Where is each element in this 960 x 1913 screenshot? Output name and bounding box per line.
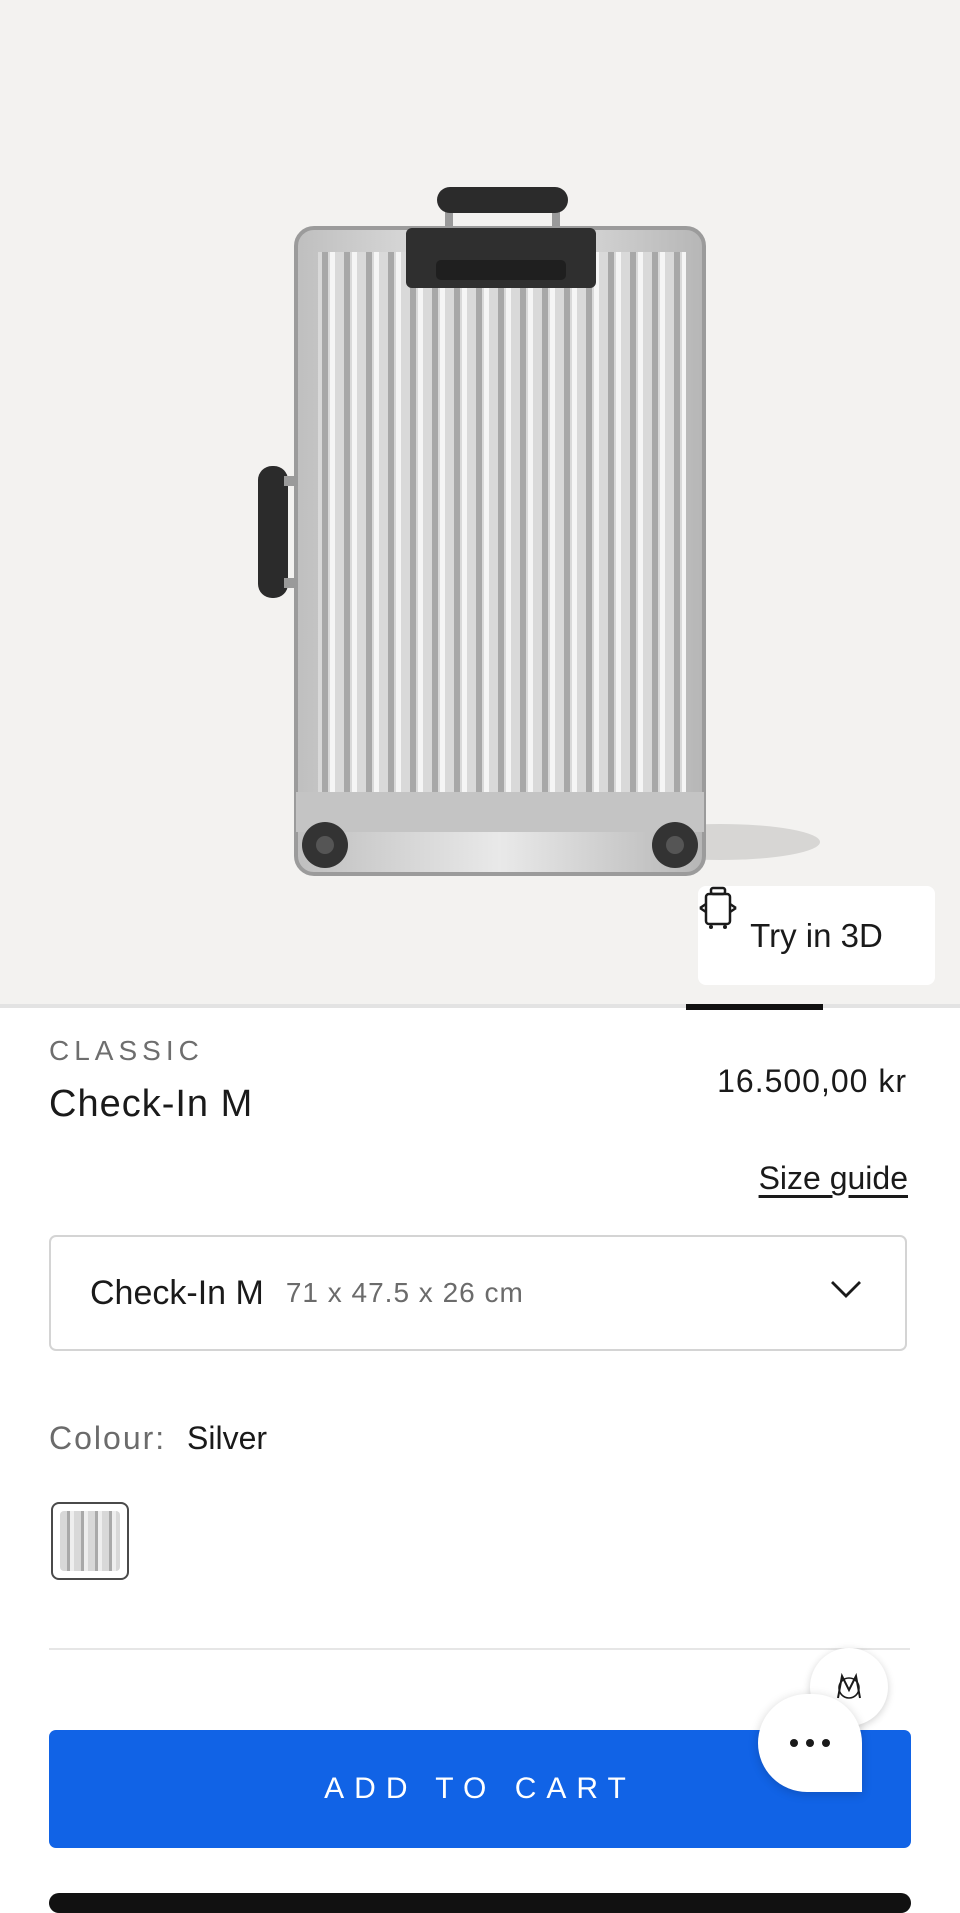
- colour-selection-label: Colour: Silver: [49, 1420, 267, 1457]
- secondary-button-edge[interactable]: [49, 1893, 911, 1913]
- try-in-3d-button[interactable]: Try in 3D: [698, 886, 935, 985]
- product-image-gallery[interactable]: Try in 3D: [0, 0, 960, 1004]
- colour-value: Silver: [187, 1420, 268, 1456]
- section-divider: [49, 1648, 910, 1650]
- size-guide-link[interactable]: Size guide: [759, 1160, 908, 1197]
- colour-label: Colour:: [49, 1420, 167, 1456]
- collection-name: CLASSIC: [49, 1035, 204, 1066]
- brand-monogram-icon: [837, 1672, 861, 1699]
- colour-swatch-silver[interactable]: [51, 1502, 129, 1580]
- chevron-down-icon: [831, 1281, 861, 1298]
- gallery-progress-indicator: [685, 1004, 823, 1010]
- product-title: Check-In M: [49, 1083, 254, 1125]
- chat-button[interactable]: [758, 1694, 862, 1792]
- size-selected-name: Check-In M: [90, 1273, 264, 1312]
- product-price: 16.500,00 kr: [717, 1063, 907, 1099]
- try-in-3d-label: Try in 3D: [750, 916, 883, 954]
- suitcase-3d-icon: [699, 886, 737, 929]
- gallery-progress-track: [0, 1004, 960, 1010]
- suitcase-image: [258, 187, 820, 876]
- silver-swatch: [60, 1511, 120, 1571]
- chat-bubble-icon: [790, 1739, 830, 1747]
- size-dropdown[interactable]: Check-In M 71 x 47.5 x 26 cm: [49, 1235, 907, 1351]
- size-selected-dimensions: 71 x 47.5 x 26 cm: [285, 1277, 524, 1308]
